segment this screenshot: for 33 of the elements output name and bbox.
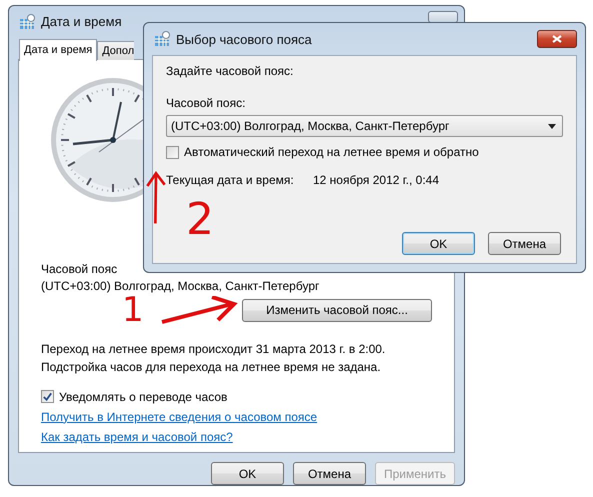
close-button[interactable]	[537, 30, 577, 48]
annotation-number: 2	[186, 198, 214, 242]
checkbox[interactable]	[41, 390, 54, 404]
dialog-button[interactable]: Отмена	[488, 232, 561, 255]
annotation-arrow	[146, 171, 166, 224]
link[interactable]: Как задать время и часовой пояс?	[41, 430, 233, 444]
field-label: Текущая дата и время:	[166, 173, 295, 187]
dialog-button[interactable]: OK	[402, 232, 475, 255]
dialog-button[interactable]: Отмена	[292, 462, 366, 485]
change-timezone-button[interactable]: Изменить часовой пояс...	[242, 298, 432, 322]
tab[interactable]: Допол	[97, 40, 134, 60]
checkbox[interactable]	[166, 146, 179, 158]
tab[interactable]: Дата и время	[19, 38, 98, 61]
checkbox-label: Уведомлять о переводе часов	[59, 390, 228, 404]
close-button[interactable]	[428, 11, 458, 23]
section-heading: Часовой пояс	[41, 262, 118, 276]
close-icon	[552, 35, 562, 43]
prompt-text: Задайте часовой пояс:	[166, 64, 294, 78]
date-time-text: 12 ноября 2012 г., 0:44	[313, 173, 440, 187]
window-title: Выбор часового пояса	[176, 32, 312, 46]
calendar-icon	[154, 31, 170, 47]
calendar-icon	[19, 14, 35, 30]
info-text: Переход на летнее время происходит 31 марта 2013 г. в 2:00.	[41, 340, 386, 358]
checkbox-label: Автоматический переход на летнее время и обратно	[184, 145, 479, 159]
timezone-dropdown[interactable]: (UTC+03:00) Волгоград, Москва, Санкт-Петербург	[166, 115, 563, 137]
caret-icon	[548, 124, 556, 128]
annotation-number: 1	[122, 293, 144, 327]
info-text: Подстройка часов для перехода на летнее время не задана.	[41, 358, 382, 376]
field-label: Часовой пояс:	[166, 96, 246, 110]
link[interactable]: Получить в Интернете сведения о часовом поясе	[41, 410, 318, 424]
window-title: Дата и время	[41, 14, 122, 30]
timezone-text: (UTC+03:00) Волгоград, Москва, Санкт-Петербург	[41, 278, 320, 293]
dialog-button[interactable]: OK	[210, 462, 284, 485]
